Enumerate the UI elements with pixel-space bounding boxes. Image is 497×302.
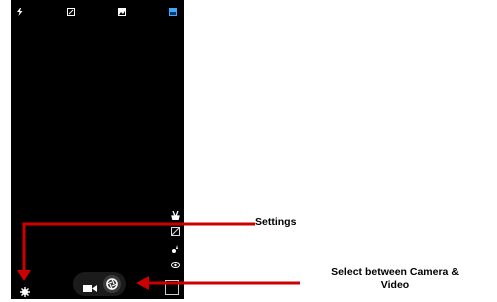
video-mode-icon[interactable] xyxy=(83,280,97,292)
camera-video-callout: Select between Camera & Video xyxy=(300,266,490,292)
hand-gesture-icon[interactable] xyxy=(171,211,180,220)
camera-video-mode-toggle[interactable] xyxy=(73,272,126,296)
flash-icon[interactable] xyxy=(16,8,24,16)
hdr-icon[interactable] xyxy=(67,8,75,16)
camera-shutter-icon[interactable] xyxy=(103,275,121,293)
settings-gear-icon[interactable] xyxy=(20,284,30,297)
ai-scene-icon[interactable] xyxy=(171,261,180,269)
camera-video-callout-text: Select between Camera & Video xyxy=(331,266,459,291)
scene-icon[interactable] xyxy=(118,8,126,16)
camera-viewfinder[interactable] xyxy=(11,0,184,299)
gallery-thumbnail[interactable] xyxy=(165,280,179,295)
image-icon[interactable] xyxy=(169,8,177,16)
settings-callout: Settings xyxy=(255,216,297,228)
image-ratio-icon[interactable] xyxy=(171,227,180,236)
exposure-icon[interactable] xyxy=(171,245,179,253)
